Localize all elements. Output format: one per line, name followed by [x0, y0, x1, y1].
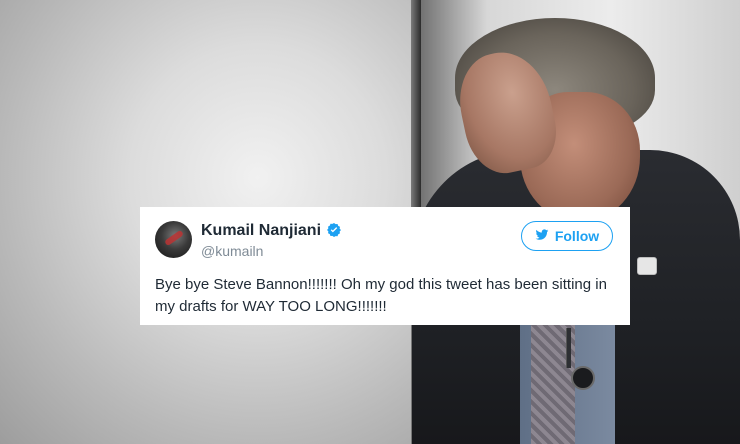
photo-badge-clip — [571, 366, 595, 390]
photo-lapel-pin — [637, 257, 657, 275]
twitter-bird-icon — [535, 228, 549, 245]
display-name[interactable]: Kumail Nanjiani — [201, 222, 321, 240]
follow-label: Follow — [554, 228, 600, 244]
verified-badge-icon — [326, 222, 342, 238]
follow-button[interactable]: Follow — [521, 221, 613, 251]
photo-lanyard — [566, 328, 571, 368]
tweet-text: Bye bye Steve Bannon!!!!!!! Oh my god th… — [155, 276, 607, 315]
handle[interactable]: @kumailn — [201, 243, 263, 259]
avatar[interactable] — [155, 221, 192, 258]
tweet-card: Kumail Nanjiani @kumailn Follow Bye bye … — [140, 207, 630, 325]
